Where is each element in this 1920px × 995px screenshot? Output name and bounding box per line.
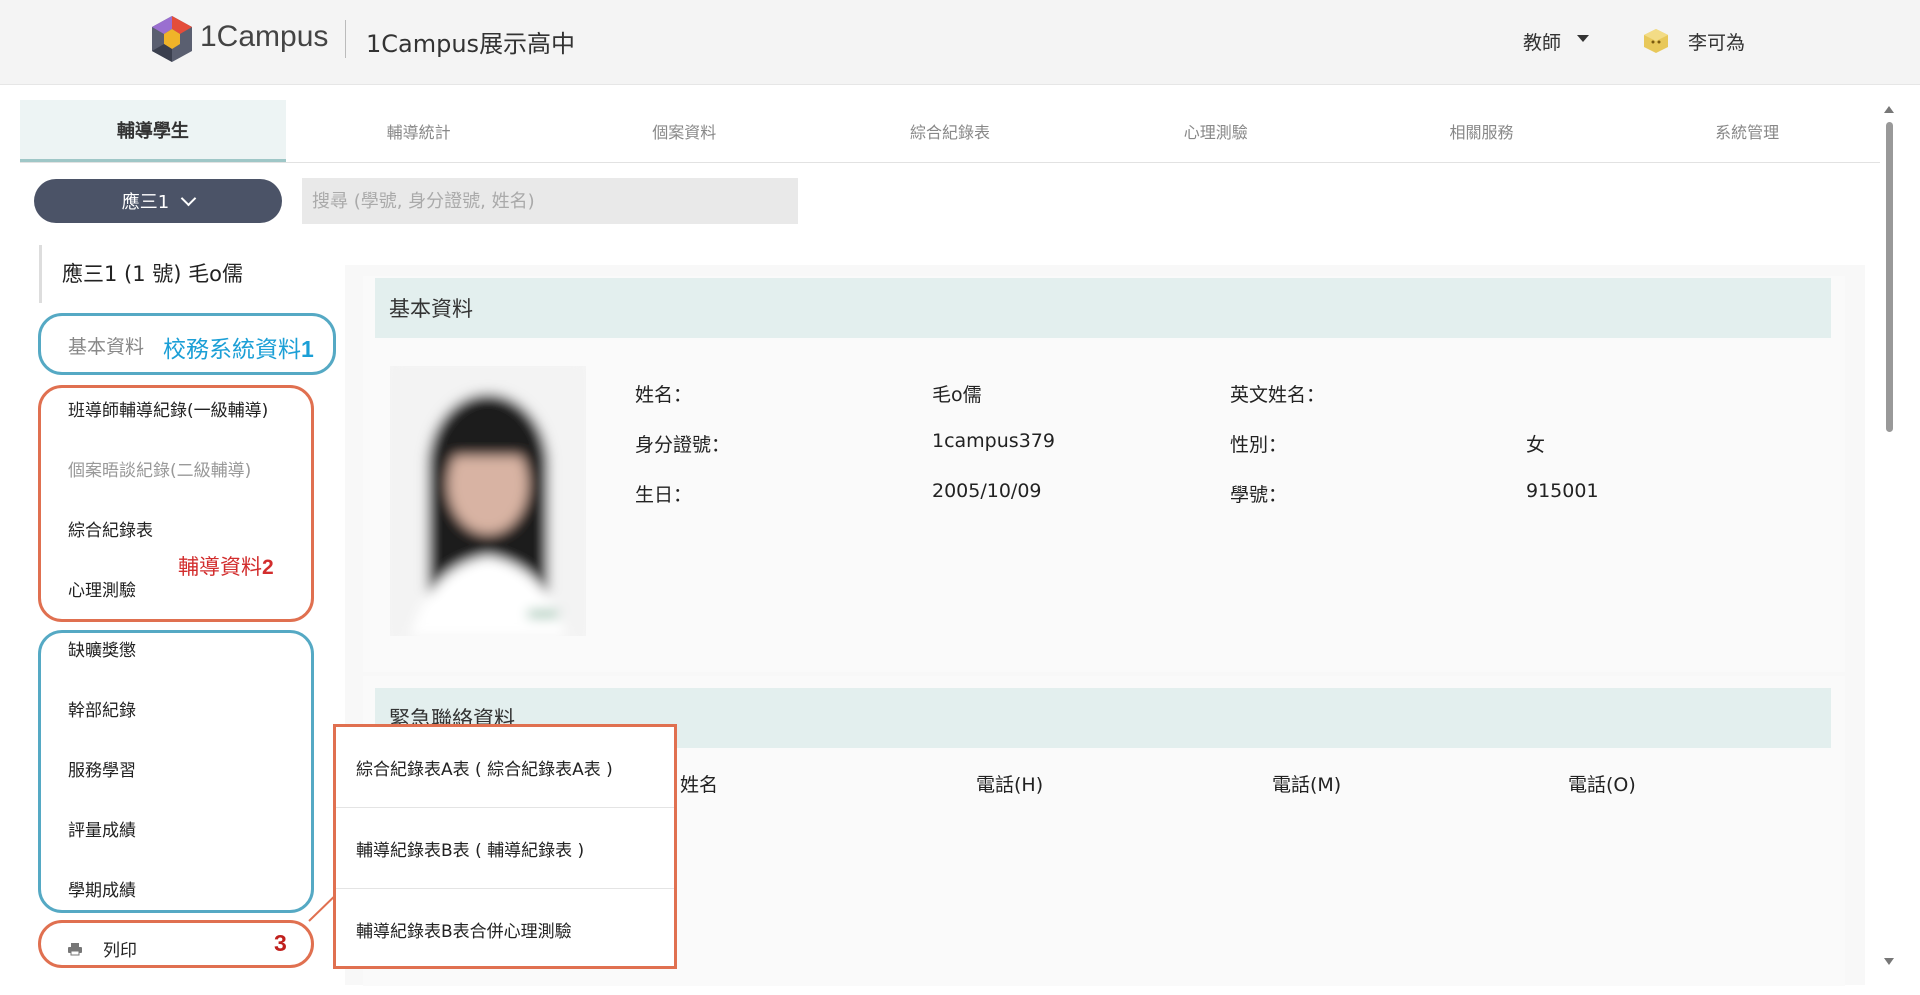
sidebar-item-attendance[interactable]: 缺曠獎懲 <box>68 636 136 661</box>
scroll-up-arrow-icon[interactable] <box>1884 106 1894 113</box>
emergency-col-phone-home: 電話(H) <box>976 774 1044 796</box>
student-number-value: 915001 <box>1526 480 1599 502</box>
student-photo-image <box>390 366 586 636</box>
scroll-down-arrow-icon[interactable] <box>1884 958 1894 965</box>
emergency-col-phone-mobile: 電話(M) <box>1272 774 1342 796</box>
tab-counsel-statistics[interactable]: 輔導統計 <box>286 100 552 162</box>
class-select-value: 應三1 <box>121 192 170 213</box>
emergency-col-phone-office: 電話(O) <box>1568 774 1636 796</box>
english-name-label: 英文姓名： <box>1230 384 1326 406</box>
scrollbar-thumb[interactable] <box>1886 122 1893 432</box>
sidebar-item-case-interview[interactable]: 個案晤談紀錄(二級輔導) <box>68 456 251 481</box>
annotation-school-data-label: 校務系統資料1 <box>163 336 314 363</box>
sidebar-item-assessment-scores[interactable]: 評量成績 <box>68 816 136 841</box>
emergency-col-name: 姓名 <box>680 774 719 796</box>
birthday-value: 2005/10/09 <box>932 480 1042 502</box>
tab-system-admin[interactable]: 系統管理 <box>1614 100 1880 162</box>
printer-icon[interactable] <box>68 942 82 956</box>
header-divider <box>345 20 346 58</box>
annotation-print-number: 3 <box>274 930 287 956</box>
birthday-label: 生日： <box>635 484 693 506</box>
annotation-counsel-data-label: 輔導資料2 <box>178 555 274 579</box>
print-menu-item-form-a[interactable]: 綜合紀錄表A表 ( 綜合紀錄表A表 ) <box>336 727 674 808</box>
campus-logo-icon <box>152 16 192 62</box>
sidebar-item-comprehensive-record[interactable]: 綜合紀錄表 <box>68 516 153 541</box>
print-menu-item-form-b-psych[interactable]: 輔導紀錄表B表合併心理測驗 <box>336 889 674 969</box>
caret-down-icon[interactable] <box>1577 35 1589 42</box>
sidebar-item-psych-test[interactable]: 心理測驗 <box>68 576 136 601</box>
tab-comprehensive-record[interactable]: 綜合紀錄表 <box>817 100 1083 162</box>
id-number-value: 1campus379 <box>932 430 1055 452</box>
name-value: 毛o儒 <box>932 384 982 406</box>
student-header: 應三1 (1 號) 毛o儒 <box>39 245 243 303</box>
class-select-dropdown[interactable]: 應三1 <box>34 179 282 223</box>
name-label: 姓名： <box>635 384 693 406</box>
print-menu: 綜合紀錄表A表 ( 綜合紀錄表A表 ) 輔導紀錄表B表 ( 輔導紀錄表 ) 輔導… <box>333 724 677 969</box>
student-number-label: 學號： <box>1230 484 1288 506</box>
top-header: 1Campus 1Campus展示高中 教師 李可為 <box>0 0 1920 85</box>
app-logo-text: 1Campus <box>200 20 329 53</box>
sidebar-item-basic-info[interactable]: 基本資料 <box>68 332 144 359</box>
gender-label: 性別： <box>1230 434 1288 456</box>
sidebar-item-homeroom-counsel[interactable]: 班導師輔導紀錄(一級輔導) <box>68 396 268 421</box>
sidebar-item-cadre-record[interactable]: 幹部紀錄 <box>68 696 136 721</box>
chevron-down-icon <box>180 190 197 206</box>
user-name[interactable]: 李可為 <box>1688 28 1745 55</box>
search-input[interactable] <box>302 178 798 224</box>
tab-case-data[interactable]: 個案資料 <box>551 100 817 162</box>
tab-related-services[interactable]: 相關服務 <box>1349 100 1615 162</box>
gender-value: 女 <box>1526 434 1546 456</box>
tab-psych-test[interactable]: 心理測驗 <box>1083 100 1349 162</box>
sidebar-item-semester-scores[interactable]: 學期成績 <box>68 876 136 901</box>
sidebar-item-service-learning[interactable]: 服務學習 <box>68 756 136 781</box>
tab-counsel-students[interactable]: 輔導學生 <box>20 100 286 162</box>
basic-info-title: 基本資料 <box>375 278 1831 338</box>
print-menu-item-form-b[interactable]: 輔導紀錄表B表 ( 輔導紀錄表 ) <box>336 808 674 889</box>
school-name: 1Campus展示高中 <box>366 30 576 58</box>
main-tabs: 輔導學生 輔導統計 個案資料 綜合紀錄表 心理測驗 相關服務 系統管理 <box>20 100 1880 163</box>
role-dropdown[interactable]: 教師 <box>1523 28 1561 55</box>
student-photo <box>390 366 586 636</box>
sidebar-item-print[interactable]: 列印 <box>103 936 137 961</box>
id-number-label: 身分證號： <box>635 434 731 456</box>
user-avatar-icon[interactable] <box>1642 27 1670 55</box>
